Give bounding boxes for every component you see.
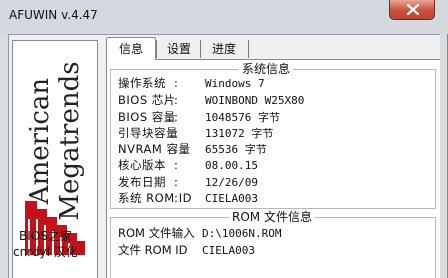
info-value: 65536 字节 <box>205 143 267 156</box>
colon: : <box>174 110 178 124</box>
logo-line-2: Megatrends <box>55 61 85 221</box>
tab-separator <box>200 40 201 58</box>
logo-line-1: American <box>25 77 55 205</box>
colon: : <box>174 93 178 107</box>
info-value: 131072 字节 <box>205 127 274 140</box>
colon: : <box>174 142 178 156</box>
rom-value: CIELA003 <box>202 244 255 257</box>
tab-separator <box>248 40 249 58</box>
info-value: 1048576 字节 <box>205 111 280 124</box>
rom-label: ROM 文件输入 <box>118 226 195 240</box>
close-button[interactable] <box>389 0 435 20</box>
info-value: Windows 7 <box>205 77 265 90</box>
title-bar[interactable]: AFUWIN v.4.47 <box>0 0 448 34</box>
colon: : <box>174 175 178 189</box>
credit-line-1: BIOS之家 <box>19 229 72 243</box>
tab-progress[interactable]: 进度 <box>202 38 246 60</box>
afuwin-window: AFUWIN v.4.47 American Megatrends BIOS之家 <box>0 0 448 278</box>
window-title: AFUWIN v.4.47 <box>9 8 98 22</box>
info-label: 发布日期 <box>118 175 166 189</box>
tab-settings[interactable]: 设置 <box>158 38 200 60</box>
info-value: 08.00.15 <box>205 159 258 172</box>
info-label: 操作系统 <box>118 76 166 90</box>
colon: : <box>174 76 178 90</box>
info-label: NVRAM 容量 <box>118 142 191 156</box>
info-value: 12/26/09 <box>205 176 258 189</box>
close-icon <box>406 4 420 15</box>
info-value: WOINBOND W25X80 <box>205 94 305 107</box>
rom-file-info-title: ROM 文件信息 <box>229 210 315 224</box>
info-label: 核心版本 <box>118 158 166 172</box>
rom-label: 文件 ROM ID <box>118 243 188 257</box>
system-info-title: 系统信息 <box>239 62 294 76</box>
tab-settings-label: 设置 <box>166 42 191 56</box>
colon: : <box>174 126 178 140</box>
tab-progress-label: 进度 <box>211 42 236 56</box>
info-label: 引导块容量 <box>118 126 178 140</box>
tab-info[interactable]: 信息 <box>106 37 156 60</box>
info-label: BIOS 芯片 <box>118 93 176 107</box>
info-value: CIELA003 <box>205 192 258 205</box>
tab-info-label: 信息 <box>118 42 143 56</box>
logo-panel: American Megatrends BIOS之家 cnrdyl 汉化 <box>12 40 98 278</box>
ami-logo-text: American Megatrends <box>25 61 85 220</box>
colon: : <box>174 158 178 172</box>
rom-value: D:\1006N.ROM <box>202 227 282 240</box>
tab-separator <box>156 40 157 58</box>
info-label: BIOS 容量 <box>118 110 176 124</box>
info-label: 系统 ROM ID <box>118 191 193 205</box>
credit-line-2: cnrdyl 汉化 <box>13 245 78 259</box>
colon: : <box>174 191 178 205</box>
